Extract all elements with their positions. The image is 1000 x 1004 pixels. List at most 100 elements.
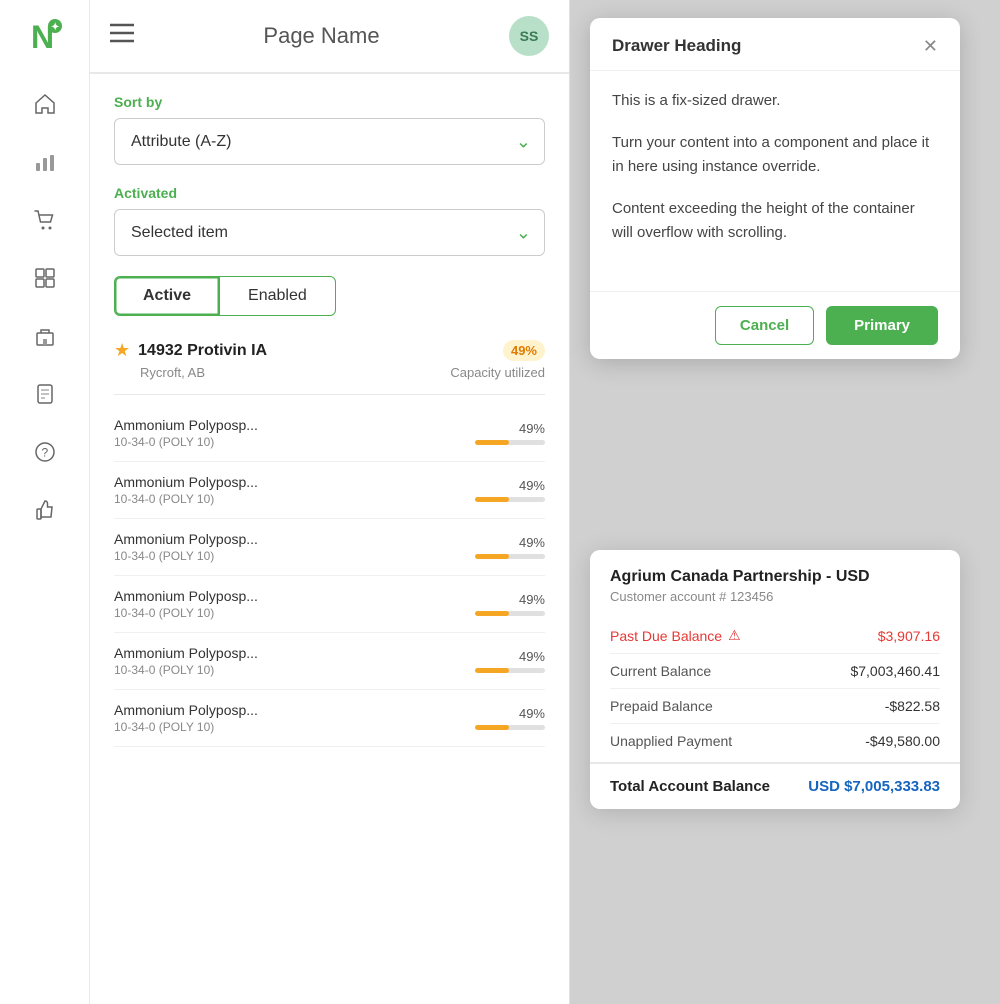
total-label: Total Account Balance	[610, 778, 770, 795]
cancel-button[interactable]: Cancel	[715, 306, 814, 345]
product-pct: 49%	[519, 478, 545, 493]
sidebar: N ✦	[0, 0, 90, 1004]
product-list: Ammonium Polyposp... 10-34-0 (POLY 10) 4…	[114, 405, 545, 747]
list-item[interactable]: Ammonium Polyposp... 10-34-0 (POLY 10) 4…	[114, 690, 545, 747]
unapplied-payment-label: Unapplied Payment	[610, 733, 732, 749]
product-info: Ammonium Polyposp... 10-34-0 (POLY 10)	[114, 531, 465, 563]
product-name: Ammonium Polyposp...	[114, 645, 465, 661]
building-icon[interactable]	[27, 318, 63, 354]
featured-sub: Rycroft, AB Capacity utilized	[114, 365, 545, 380]
current-balance-label: Current Balance	[610, 663, 711, 679]
sidebar-nav: ?	[0, 86, 89, 528]
current-balance-row: Current Balance $7,003,460.41	[610, 654, 940, 689]
home-icon[interactable]	[27, 86, 63, 122]
product-code: 10-34-0 (POLY 10)	[114, 492, 465, 506]
list-item[interactable]: Ammonium Polyposp... 10-34-0 (POLY 10) 4…	[114, 405, 545, 462]
account-card-footer: Total Account Balance USD $7,005,333.83	[590, 762, 960, 809]
progress-bar	[475, 440, 545, 445]
list-item[interactable]: Ammonium Polyposp... 10-34-0 (POLY 10) 4…	[114, 576, 545, 633]
prepaid-balance-row: Prepaid Balance -$822.58	[610, 689, 940, 724]
product-info: Ammonium Polyposp... 10-34-0 (POLY 10)	[114, 702, 465, 734]
product-right: 49%	[465, 478, 545, 502]
product-name: Ammonium Polyposp...	[114, 474, 465, 490]
product-right: 49%	[465, 421, 545, 445]
sort-by-select[interactable]: Attribute (A-Z)	[114, 118, 545, 165]
drawer-body: This is a fix-sized drawer. Turn your co…	[590, 71, 960, 291]
page-title: Page Name	[263, 23, 379, 49]
product-right: 49%	[465, 706, 545, 730]
product-pct: 49%	[519, 649, 545, 664]
progress-bar	[475, 497, 545, 502]
product-name: Ammonium Polyposp...	[114, 417, 465, 433]
product-right: 49%	[465, 649, 545, 673]
active-toggle-button[interactable]: Active	[114, 276, 219, 316]
activated-dropdown[interactable]: Selected item ⌄	[114, 209, 545, 256]
drawer-panel: Drawer Heading ✕ This is a fix-sized dra…	[590, 18, 960, 359]
product-right: 49%	[465, 592, 545, 616]
featured-location: Rycroft, AB	[140, 365, 205, 380]
product-right: 49%	[465, 535, 545, 559]
drawer-text-2: Turn your content into a component and p…	[612, 131, 938, 179]
thumb-icon[interactable]	[27, 492, 63, 528]
help-icon[interactable]: ?	[27, 434, 63, 470]
list-item[interactable]: Ammonium Polyposp... 10-34-0 (POLY 10) 4…	[114, 462, 545, 519]
account-card: Agrium Canada Partnership - USD Customer…	[590, 550, 960, 809]
activated-label: Activated	[114, 185, 545, 201]
sort-by-label: Sort by	[114, 94, 545, 110]
capacity-badge: 49%	[503, 340, 545, 361]
app-logo[interactable]: N ✦	[23, 14, 67, 58]
product-info: Ammonium Polyposp... 10-34-0 (POLY 10)	[114, 645, 465, 677]
main-panel: Page Name SS Sort by Attribute (A-Z) ⌄ A…	[90, 0, 570, 1004]
grid-icon[interactable]	[27, 260, 63, 296]
progress-bar	[475, 725, 545, 730]
current-balance-value: $7,003,460.41	[850, 663, 940, 679]
drawer-text-1: This is a fix-sized drawer.	[612, 89, 938, 113]
featured-capacity-label: Capacity utilized	[450, 365, 545, 380]
sort-by-dropdown[interactable]: Attribute (A-Z) ⌄	[114, 118, 545, 165]
product-name: Ammonium Polyposp...	[114, 531, 465, 547]
product-info: Ammonium Polyposp... 10-34-0 (POLY 10)	[114, 417, 465, 449]
menu-icon[interactable]	[110, 23, 134, 49]
past-due-row: Past Due Balance ⚠ $3,907.16	[610, 618, 940, 654]
progress-bar	[475, 668, 545, 673]
product-pct: 49%	[519, 706, 545, 721]
svg-text:?: ?	[41, 446, 48, 460]
close-icon[interactable]: ✕	[923, 37, 938, 55]
list-item[interactable]: Ammonium Polyposp... 10-34-0 (POLY 10) 4…	[114, 519, 545, 576]
star-icon: ★	[114, 340, 130, 361]
unapplied-payment-value: -$49,580.00	[865, 733, 940, 749]
product-code: 10-34-0 (POLY 10)	[114, 606, 465, 620]
document-icon[interactable]	[27, 376, 63, 412]
past-due-value: $3,907.16	[878, 628, 940, 644]
product-code: 10-34-0 (POLY 10)	[114, 720, 465, 734]
prepaid-balance-label: Prepaid Balance	[610, 698, 713, 714]
chart-icon[interactable]	[27, 144, 63, 180]
progress-bar	[475, 554, 545, 559]
content-area: Sort by Attribute (A-Z) ⌄ Activated Sele…	[90, 74, 569, 1004]
activated-select[interactable]: Selected item	[114, 209, 545, 256]
list-item[interactable]: Ammonium Polyposp... 10-34-0 (POLY 10) 4…	[114, 633, 545, 690]
product-pct: 49%	[519, 421, 545, 436]
product-code: 10-34-0 (POLY 10)	[114, 549, 465, 563]
drawer-title: Drawer Heading	[612, 36, 741, 56]
featured-name: 14932 Protivin IA	[138, 342, 267, 360]
product-code: 10-34-0 (POLY 10)	[114, 663, 465, 677]
progress-bar	[475, 611, 545, 616]
past-due-label: Past Due Balance ⚠	[610, 627, 741, 644]
product-name: Ammonium Polyposp...	[114, 588, 465, 604]
featured-header: ★ 14932 Protivin IA 49%	[114, 340, 545, 361]
svg-text:✦: ✦	[51, 22, 59, 33]
unapplied-payment-row: Unapplied Payment -$49,580.00	[610, 724, 940, 758]
drawer-header: Drawer Heading ✕	[590, 18, 960, 71]
avatar[interactable]: SS	[509, 16, 549, 56]
cart-icon[interactable]	[27, 202, 63, 238]
total-value: USD $7,005,333.83	[808, 778, 940, 795]
product-info: Ammonium Polyposp... 10-34-0 (POLY 10)	[114, 588, 465, 620]
product-name: Ammonium Polyposp...	[114, 702, 465, 718]
prepaid-balance-value: -$822.58	[885, 698, 940, 714]
primary-button[interactable]: Primary	[826, 306, 938, 345]
account-card-body: Past Due Balance ⚠ $3,907.16 Current Bal…	[590, 608, 960, 762]
enabled-toggle-button[interactable]: Enabled	[219, 276, 336, 316]
featured-item[interactable]: ★ 14932 Protivin IA 49% Rycroft, AB Capa…	[114, 340, 545, 395]
warning-icon: ⚠	[728, 627, 741, 644]
